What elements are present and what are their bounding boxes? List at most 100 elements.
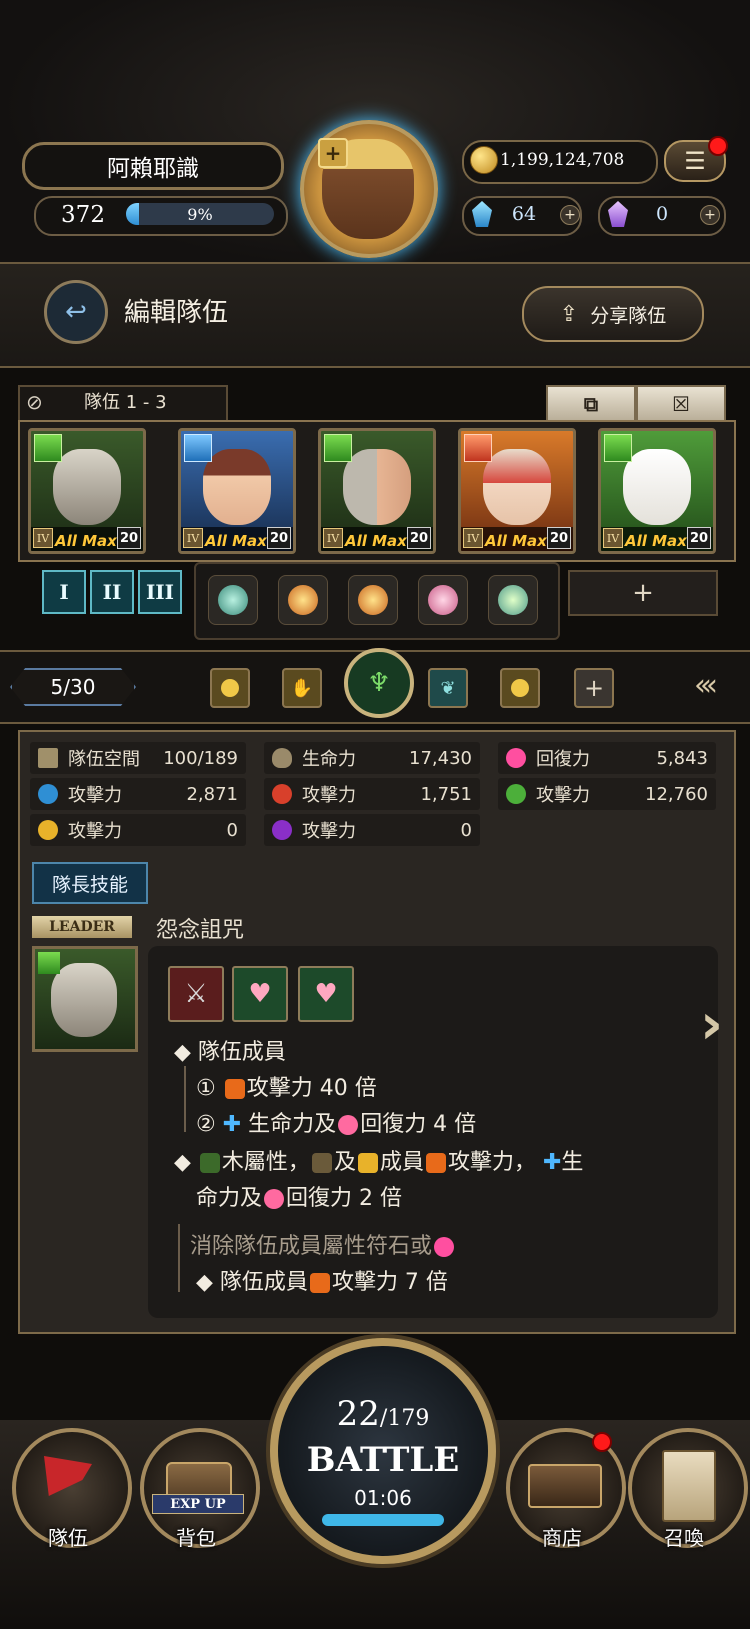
exp-percent: 9% [187,204,213,224]
skill-level-badge: 20 [267,527,291,549]
fire-attack-stat: 攻擊力 1,751 [264,778,480,810]
diamond-amount: 64 [511,203,537,225]
skill-line-2: ① 攻擊力 40 倍 [196,1076,377,1101]
add-diamond-button[interactable]: + [560,205,580,225]
plus-icon: + [632,578,654,608]
ring-icon [428,585,458,615]
formation-button-1[interactable]: I [42,570,86,614]
nav-summon-label: 召喚 [664,1526,704,1550]
hp-icon [272,748,292,768]
skill-level-badge: 20 [547,527,571,549]
coin-icon [470,146,498,174]
equipment-slot[interactable] [488,575,538,625]
exp-up-badge: EXP UP [152,1494,244,1514]
skill-line-7: ◆ 隊伍成員 攻擊力 7 倍 [196,1270,448,1295]
filter-butterfly-button[interactable]: ❦ [428,668,468,708]
skill-line-6: 消除隊伍成員屬性符石或 [190,1228,456,1260]
hamburger-icon: ☰ [684,147,706,175]
light-rune-icon [38,820,58,840]
equipment-slot[interactable] [278,575,328,625]
team-member-card[interactable]: IV All Max 20 [458,428,576,554]
leader-skill-tab[interactable]: 隊長技能 [32,862,148,904]
skill-level-badge: 20 [687,527,711,549]
hp-cross-icon: ✚ [222,1112,242,1137]
filter-light-button-2[interactable] [500,668,540,708]
rank-badge: IV [603,528,623,548]
all-max-label: All Max [625,532,687,550]
filter-wood-button[interactable]: ♆ [344,648,414,718]
character-portrait [623,449,691,525]
character-portrait [483,449,551,525]
character-portrait [203,449,271,525]
coin-amount: 1,199,124,708 [500,150,625,170]
water-rune-icon [38,784,58,804]
wood-attack-stat: 攻擊力 12,760 [498,778,716,810]
flag-icon [44,1456,92,1496]
add-filter-button[interactable]: + [574,668,614,708]
share-team-button[interactable]: ⇪ 分享隊伍 [522,286,704,342]
claw-icon: ✋ [290,677,314,699]
shop-sign-icon [528,1464,602,1508]
equipment-slot[interactable] [348,575,398,625]
clear-team-button[interactable]: ☒ [636,385,726,423]
skill-level-badge: 20 [407,527,431,549]
add-equipment-button[interactable]: + [568,570,718,616]
page-title: 編輯隊伍 [124,298,229,328]
back-button[interactable]: ↩ [44,280,108,344]
formation-button-2[interactable]: II [90,570,134,614]
team-member-card[interactable]: IV All Max 20 [28,428,146,554]
character-portrait [53,449,121,525]
skill-line-1: ◆ 隊伍成員 [174,1040,286,1065]
all-max-label: All Max [205,532,267,550]
skill-divider [178,1224,180,1292]
ring-icon [498,585,528,615]
next-skill-arrow-icon[interactable]: › [700,992,723,1057]
light-element-icon [511,679,529,697]
summon-card-icon [662,1450,716,1522]
player-name[interactable]: 阿賴耶識 [22,142,284,190]
leader-card[interactable] [32,946,138,1052]
heal-chip: ♥ [298,966,354,1022]
team-member-card[interactable]: IV All Max 20 [598,428,716,554]
avatar-plus-icon[interactable]: + [318,138,348,168]
team-member-card[interactable]: IV All Max 20 [178,428,296,554]
light-element-icon [357,1153,378,1173]
stamina-timer: 01:06 [354,1486,412,1510]
hp-stat: 生命力 17,430 [264,742,480,774]
nav-bag-label: 背包 [176,1526,216,1550]
filter-type-button[interactable]: ✋ [282,668,322,708]
stamina-counter: 22/179 [336,1394,430,1434]
add-crystal-button[interactable]: + [700,205,720,225]
share-team-label: 分享隊伍 [590,304,667,327]
heart-rune-icon [506,748,526,768]
team-tab-label: 隊伍 1 - 3 [84,392,167,413]
team-space-stat: 隊伍空間 100/189 [30,742,246,774]
copy-team-button[interactable]: ⧉ [546,385,636,423]
filter-light-button[interactable] [210,668,250,708]
heart-plus-icon: ♥ [314,979,338,1009]
ring-icon [218,585,248,615]
attack-up-chip: ⚔ [168,966,224,1022]
wood-element-icon [199,1153,220,1173]
equipment-slot[interactable] [418,575,468,625]
skill-line-4: ◆ 木屬性，及成員 攻擊力， ✚生 [174,1150,584,1175]
ring-icon [288,585,318,615]
attack-icon [425,1153,446,1173]
notification-dot [708,136,728,156]
player-level: 372 [61,202,105,228]
team-count: 5/30 [10,668,136,706]
skill-line-5: 命力及 回復力 2 倍 [196,1186,402,1211]
wood-attribute-icon [34,434,62,462]
ring-icon [358,585,388,615]
shop-notification-dot [592,1432,612,1452]
formation-button-3[interactable]: III [138,570,182,614]
collapse-chevron-icon[interactable]: ‹‹‹ [694,668,718,703]
wood-attribute-icon [324,434,352,462]
light-attack-stat: 攻擊力 0 [30,814,246,846]
water-attribute-icon [184,434,212,462]
team-member-card[interactable]: IV All Max 20 [318,428,436,554]
light-element-icon [221,679,239,697]
heart-chip: ♥ [232,966,288,1022]
crystal-amount: 0 [655,203,669,225]
equipment-slot[interactable] [208,575,258,625]
